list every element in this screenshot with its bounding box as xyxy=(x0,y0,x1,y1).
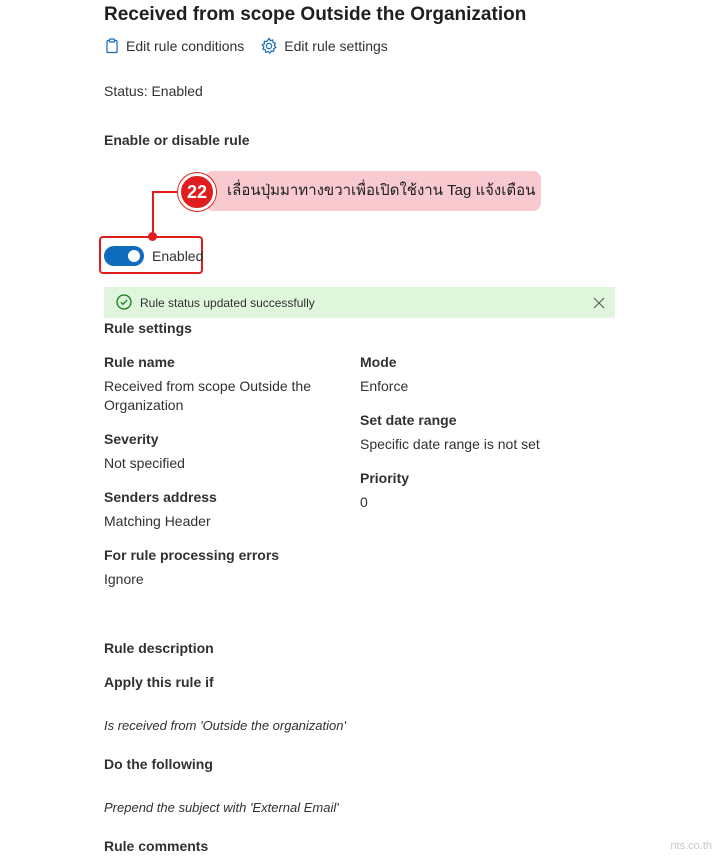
edit-rule-conditions-label: Edit rule conditions xyxy=(126,38,245,54)
edit-rule-conditions-button[interactable]: Edit rule conditions xyxy=(104,37,244,55)
enable-rule-toggle[interactable] xyxy=(104,246,144,266)
senders-address-label: Senders address xyxy=(104,489,217,505)
success-check-icon xyxy=(116,294,132,315)
do-following-label: Do the following xyxy=(104,756,213,772)
mode-label: Mode xyxy=(360,354,397,370)
do-following-value: Prepend the subject with 'External Email… xyxy=(104,800,339,815)
clipboard-icon xyxy=(104,38,120,54)
callout-connector xyxy=(152,191,180,193)
processing-errors-value: Ignore xyxy=(104,571,144,587)
senders-address-value: Matching Header xyxy=(104,513,211,529)
date-range-value: Specific date range is not set xyxy=(360,436,540,452)
page-title: Received from scope Outside the Organiza… xyxy=(104,4,527,25)
processing-errors-label: For rule processing errors xyxy=(104,547,280,563)
rule-name-value-line1: Received from scope Outside the xyxy=(104,378,311,394)
success-message-text: Rule status updated successfully xyxy=(140,296,315,310)
watermark: nts.co.th xyxy=(670,840,712,852)
apply-rule-if-value: Is received from 'Outside the organizati… xyxy=(104,718,346,733)
callout-step-number: 22 xyxy=(178,173,216,211)
enable-disable-label: Enable or disable rule xyxy=(104,132,250,148)
rule-settings-heading: Rule settings xyxy=(104,320,192,336)
toggle-knob xyxy=(128,250,140,262)
command-bar: Edit rule conditions Edit rule settings xyxy=(104,37,388,55)
apply-rule-if-label: Apply this rule if xyxy=(104,674,214,690)
callout-text: เลื่อนปุ่มมาทางขวาเพื่อเปิดใช้งาน Tag แจ… xyxy=(227,182,536,199)
status-text: Status: Enabled xyxy=(104,83,203,99)
close-icon[interactable] xyxy=(593,296,605,314)
edit-rule-settings-label: Edit rule settings xyxy=(284,38,388,54)
callout-bubble: เลื่อนปุ่มมาทางขวาเพื่อเปิดใช้งาน Tag แจ… xyxy=(205,171,541,211)
toggle-label: Enabled xyxy=(152,248,204,264)
mode-value: Enforce xyxy=(360,378,409,394)
date-range-label: Set date range xyxy=(360,412,457,428)
callout-connector-vertical xyxy=(152,191,154,237)
success-message-bar: Rule status updated successfully xyxy=(104,287,615,318)
gear-icon xyxy=(260,37,278,55)
rule-name-value-line2: Organization xyxy=(104,397,184,413)
severity-label: Severity xyxy=(104,431,159,447)
rule-comments-label: Rule comments xyxy=(104,838,209,854)
priority-value: 0 xyxy=(360,494,368,510)
priority-label: Priority xyxy=(360,470,410,486)
severity-value: Not specified xyxy=(104,455,185,471)
edit-rule-settings-button[interactable]: Edit rule settings xyxy=(260,37,388,55)
rule-description-heading: Rule description xyxy=(104,640,214,656)
rule-name-label: Rule name xyxy=(104,354,175,370)
